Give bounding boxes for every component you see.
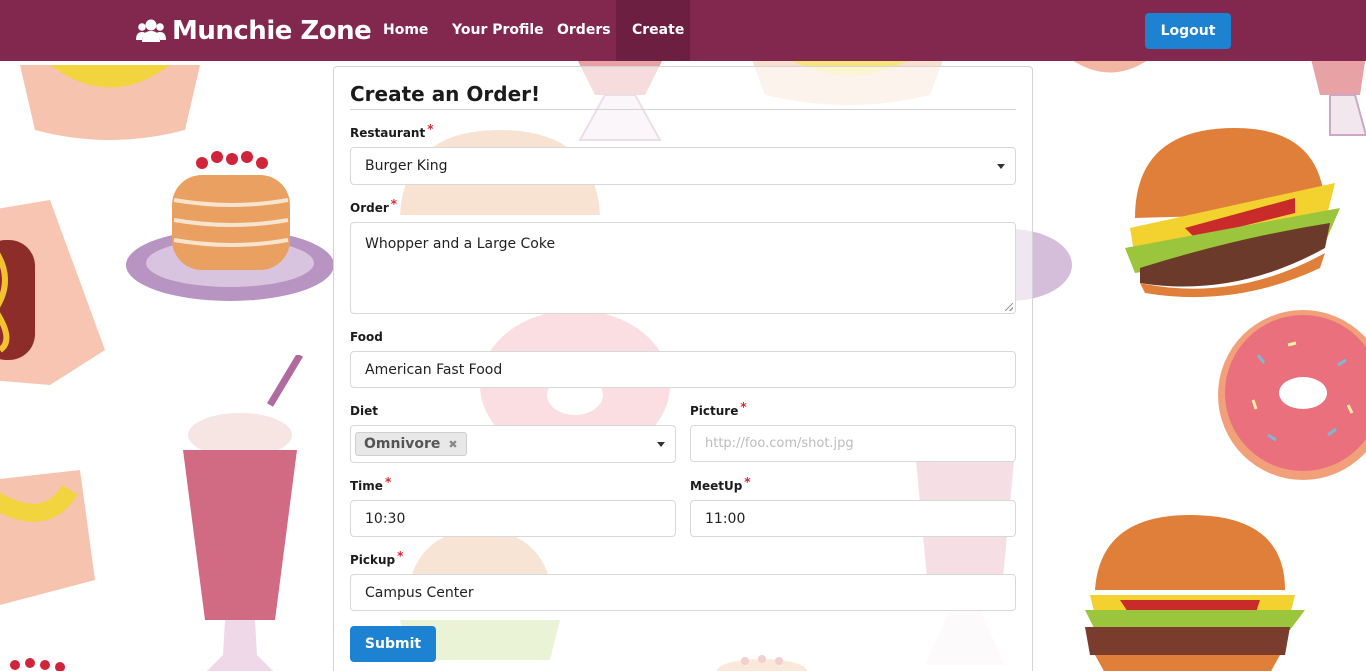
diet-label: Diet [350, 404, 378, 418]
pickup-input[interactable]: Campus Center [350, 574, 1016, 611]
time-label: Time * [350, 475, 391, 493]
restaurant-value: Burger King [365, 158, 448, 174]
brand-name: Munchie Zone [172, 16, 372, 46]
nav-create[interactable]: Create [616, 0, 690, 61]
food-label-text: Food [350, 330, 383, 344]
required-marker: * [397, 549, 404, 563]
users-icon [136, 19, 166, 42]
diet-chip-label: Omnivore [364, 436, 441, 452]
meetup-label: MeetUp * [690, 475, 751, 493]
form-title: Create an Order! [350, 82, 541, 106]
picture-input[interactable]: http://foo.com/shot.jpg [690, 425, 1016, 462]
brand-logo[interactable]: Munchie Zone [136, 14, 372, 48]
title-divider [350, 109, 1016, 110]
time-label-text: Time [350, 479, 383, 493]
hotdog-illustration [0, 200, 105, 385]
restaurant-label: Restaurant * [350, 122, 433, 140]
restaurant-label-text: Restaurant [350, 126, 426, 140]
logout-button[interactable]: Logout [1145, 13, 1231, 49]
order-label-text: Order [350, 201, 389, 215]
time-value: 10:30 [365, 510, 406, 527]
picture-label-text: Picture [690, 404, 739, 418]
diet-chip[interactable]: Omnivore ✖ [355, 432, 467, 456]
pickup-value: Campus Center [365, 584, 474, 601]
pancakes-bottom-left-illustration [10, 658, 65, 671]
diet-label-text: Diet [350, 404, 378, 418]
required-marker: * [427, 122, 434, 136]
required-marker: * [744, 475, 751, 489]
time-input[interactable]: 10:30 [350, 500, 676, 537]
submit-button[interactable]: Submit [350, 626, 436, 662]
caret-down-icon [657, 442, 665, 447]
diet-multiselect[interactable]: Omnivore ✖ [350, 425, 676, 463]
food-label: Food [350, 330, 383, 344]
picture-placeholder: http://foo.com/shot.jpg [705, 436, 854, 451]
order-textarea[interactable]: Whopper and a Large Coke [350, 222, 1016, 314]
nav-orders[interactable]: Orders [541, 0, 627, 61]
nav-home[interactable]: Home [367, 0, 444, 61]
required-marker: * [384, 475, 392, 489]
donut-illustration [1218, 310, 1366, 480]
pickup-label-text: Pickup [350, 553, 396, 567]
resize-handle[interactable] [1005, 303, 1013, 311]
create-order-form: Create an Order! Restaurant * Burger King… [333, 66, 1033, 671]
required-marker: * [740, 400, 747, 414]
meetup-input[interactable]: 11:00 [690, 500, 1016, 537]
fries-bag-illustration [20, 65, 200, 140]
picture-label: Picture * [690, 400, 747, 418]
order-label: Order * [350, 197, 397, 215]
caret-down-icon [997, 164, 1005, 169]
food-value: American Fast Food [365, 361, 503, 378]
meetup-value: 11:00 [705, 510, 746, 527]
top-navbar: Munchie Zone Home Your Profile Orders Cr… [0, 0, 1366, 61]
burger-illustration [1125, 128, 1340, 298]
pickup-label: Pickup * [350, 549, 403, 567]
close-icon[interactable]: ✖ [448, 438, 457, 451]
fries-bag-illustration-2 [0, 470, 95, 605]
required-marker: * [390, 197, 398, 211]
meetup-label-text: MeetUp [690, 479, 743, 493]
burger-illustration-2 [1085, 515, 1305, 671]
milkshake-illustration [183, 355, 304, 671]
pancakes-illustration [126, 151, 334, 301]
food-input[interactable]: American Fast Food [350, 351, 1016, 388]
restaurant-select[interactable]: Burger King [350, 147, 1016, 185]
order-value: Whopper and a Large Coke [365, 236, 556, 252]
